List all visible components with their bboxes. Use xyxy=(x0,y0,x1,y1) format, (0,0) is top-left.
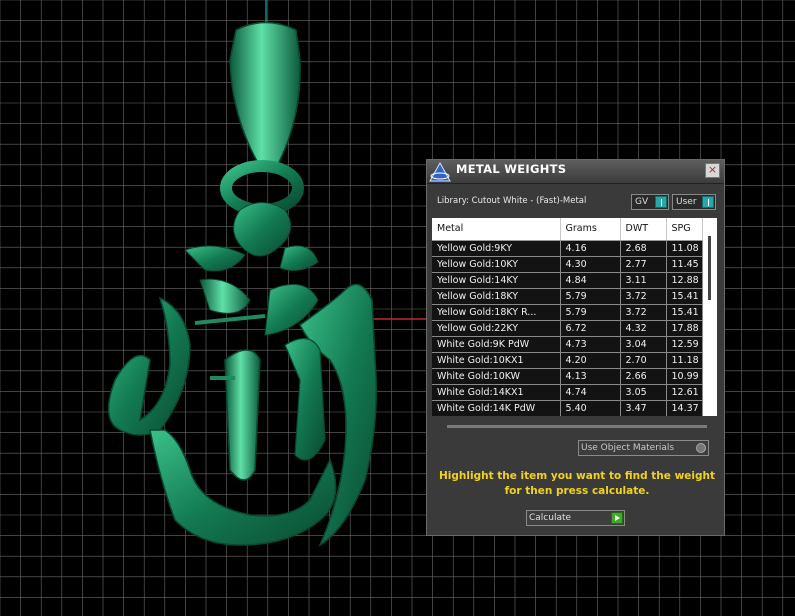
table-row[interactable]: White Gold:14K PdW 5.40 3.47 14.37 xyxy=(432,400,703,416)
cell-dwt: 2.70 xyxy=(620,352,667,369)
cell-spg: 11.45 xyxy=(666,256,703,273)
cell-grams: 4.73 xyxy=(560,336,621,353)
panel-titlebar[interactable]: METAL WEIGHTS × xyxy=(427,160,724,184)
calculate-button[interactable]: Calculate xyxy=(526,510,625,526)
table-row[interactable]: Yellow Gold:10KY 4.30 2.77 11.45 xyxy=(432,256,703,273)
metal-weights-panel: METAL WEIGHTS × Library: Cutout White - … xyxy=(426,159,725,536)
panel-title: METAL WEIGHTS xyxy=(456,162,567,176)
cell-metal: Yellow Gold:9KY xyxy=(432,240,561,257)
calligraphy-left-stroke xyxy=(107,296,191,436)
cell-spg: 14.37 xyxy=(666,400,703,416)
cell-dwt: 3.05 xyxy=(620,384,667,401)
user-toggle[interactable]: User xyxy=(672,194,716,210)
metal-table: Metal Grams DWT SPG Yellow Gold:9KY 4.16 2… xyxy=(432,218,717,416)
cell-grams: 5.40 xyxy=(560,400,621,416)
cell-metal: White Gold:14K PdW xyxy=(432,400,561,416)
table-row[interactable]: White Gold:10KW 4.13 2.66 10.99 xyxy=(432,368,703,385)
gv-toggle[interactable]: GV xyxy=(631,194,669,210)
table-row[interactable]: White Gold:14KX1 4.74 3.05 12.61 xyxy=(432,384,703,401)
column-header-spg[interactable]: SPG xyxy=(666,218,703,241)
instructions-text: Highlight the item you want to find the … xyxy=(439,470,715,497)
use-object-materials-label: Use Object Materials xyxy=(581,443,675,453)
cell-dwt: 2.68 xyxy=(620,240,667,257)
table-row[interactable]: Yellow Gold:18KY R... 5.79 3.72 15.41 xyxy=(432,304,703,321)
column-header-metal[interactable]: Metal xyxy=(432,218,561,241)
cell-grams: 4.20 xyxy=(560,352,621,369)
cell-metal: Yellow Gold:22KY xyxy=(432,320,561,337)
table-row[interactable]: White Gold:10KX1 4.20 2.70 11.18 xyxy=(432,352,703,369)
cell-spg: 12.59 xyxy=(666,336,703,353)
cell-grams: 6.72 xyxy=(560,320,621,337)
table-row[interactable]: Yellow Gold:9KY 4.16 2.68 11.08 xyxy=(432,240,703,257)
cell-grams: 5.79 xyxy=(560,304,621,321)
app-logo-icon xyxy=(429,161,451,182)
cell-metal: White Gold:10KX1 xyxy=(432,352,561,369)
column-header-dwt[interactable]: DWT xyxy=(620,218,667,241)
cell-metal: Yellow Gold:18KY xyxy=(432,288,561,305)
close-icon[interactable]: × xyxy=(705,163,720,178)
cell-dwt: 3.04 xyxy=(620,336,667,353)
table-row[interactable]: Yellow Gold:22KY 6.72 4.32 17.88 xyxy=(432,320,703,337)
cell-spg: 11.08 xyxy=(666,240,703,257)
cell-metal: Yellow Gold:14KY xyxy=(432,272,561,289)
cell-metal: Yellow Gold:18KY R... xyxy=(432,304,561,321)
pendant-bail xyxy=(229,21,301,171)
scrollbar-thumb[interactable] xyxy=(708,236,711,300)
radio-dot-icon xyxy=(696,443,706,453)
toggle-knob-icon xyxy=(655,196,667,208)
cell-grams: 5.79 xyxy=(560,288,621,305)
cell-metal: Yellow Gold:10KY xyxy=(432,256,561,273)
cell-spg: 12.88 xyxy=(666,272,703,289)
cell-spg: 12.61 xyxy=(666,384,703,401)
table-row[interactable]: White Gold:9K PdW 4.73 3.04 12.59 xyxy=(432,336,703,353)
calligraphy-mid-stroke xyxy=(224,349,261,481)
play-arrow-icon xyxy=(611,512,623,524)
cell-dwt: 3.47 xyxy=(620,400,667,416)
vertical-scrollbar[interactable] xyxy=(703,218,717,416)
cell-dwt: 2.66 xyxy=(620,368,667,385)
cell-dwt: 4.32 xyxy=(620,320,667,337)
cell-grams: 4.74 xyxy=(560,384,621,401)
user-toggle-label: User xyxy=(676,197,697,207)
cell-dwt: 3.72 xyxy=(620,304,667,321)
toggle-knob-icon xyxy=(702,196,714,208)
cell-grams: 4.16 xyxy=(560,240,621,257)
horizontal-scrollbar[interactable] xyxy=(447,425,707,428)
cell-spg: 15.41 xyxy=(666,288,703,305)
cell-spg: 17.88 xyxy=(666,320,703,337)
library-label: Library: Cutout White - (Fast)-Metal xyxy=(437,196,587,206)
cell-spg: 15.41 xyxy=(666,304,703,321)
calculate-label: Calculate xyxy=(529,513,572,523)
cell-dwt: 2.77 xyxy=(620,256,667,273)
cell-spg: 11.18 xyxy=(666,352,703,369)
table-row[interactable]: Yellow Gold:18KY 5.79 3.72 15.41 xyxy=(432,288,703,305)
table-header-row: Metal Grams DWT SPG xyxy=(432,218,703,241)
cell-dwt: 3.11 xyxy=(620,272,667,289)
cell-spg: 10.99 xyxy=(666,368,703,385)
use-object-materials-checkbox[interactable]: Use Object Materials xyxy=(578,440,709,456)
cell-grams: 4.84 xyxy=(560,272,621,289)
cell-grams: 4.30 xyxy=(560,256,621,273)
column-header-grams[interactable]: Grams xyxy=(560,218,621,241)
flower-top xyxy=(233,202,292,257)
cell-dwt: 3.72 xyxy=(620,288,667,305)
cell-metal: White Gold:14KX1 xyxy=(432,384,561,401)
cell-grams: 4.13 xyxy=(560,368,621,385)
gv-toggle-label: GV xyxy=(635,197,649,207)
cell-metal: White Gold:10KW xyxy=(432,368,561,385)
cell-metal: White Gold:9K PdW xyxy=(432,336,561,353)
table-row[interactable]: Yellow Gold:14KY 4.84 3.11 12.88 xyxy=(432,272,703,289)
